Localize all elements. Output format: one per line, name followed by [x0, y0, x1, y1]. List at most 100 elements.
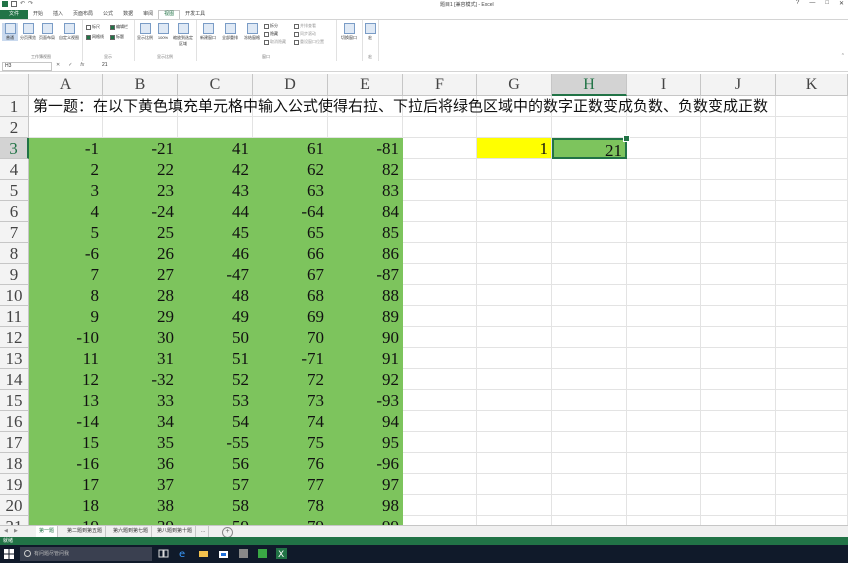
formula-bar-checkbox[interactable]: 编辑栏 — [110, 24, 128, 30]
cell-k4[interactable] — [776, 159, 848, 180]
cell-k10[interactable] — [776, 285, 848, 306]
cell-i7[interactable] — [627, 222, 701, 243]
cell-c4[interactable]: 42 — [178, 159, 253, 180]
cell-e8[interactable]: 86 — [328, 243, 403, 264]
name-box[interactable]: H3 — [2, 62, 52, 71]
close-button[interactable]: ✕ — [839, 0, 844, 7]
cell-c14[interactable]: 52 — [178, 369, 253, 390]
row-header-17[interactable]: 17 — [0, 432, 29, 453]
cell-a5[interactable]: 3 — [29, 180, 103, 201]
cell-k12[interactable] — [776, 327, 848, 348]
cell-f11[interactable] — [403, 306, 477, 327]
cell-f16[interactable] — [403, 411, 477, 432]
column-header-a[interactable]: A — [29, 74, 103, 96]
file-explorer-icon[interactable] — [198, 548, 209, 559]
cell-k19[interactable] — [776, 474, 848, 495]
cell-b9[interactable]: 27 — [103, 264, 178, 285]
cell-b13[interactable]: 31 — [103, 348, 178, 369]
cell-k18[interactable] — [776, 453, 848, 474]
zoom-button[interactable]: 显示比例 — [136, 23, 154, 41]
tab-view[interactable]: 视图 — [158, 9, 181, 20]
reset-window-position-button[interactable]: 重设窗口位置 — [294, 39, 324, 45]
sheet-tab-3[interactable]: 第六题到第七题 — [110, 526, 153, 537]
cell-g4[interactable] — [477, 159, 552, 180]
cell-g9[interactable] — [477, 264, 552, 285]
cell-g17[interactable] — [477, 432, 552, 453]
cell-k9[interactable] — [776, 264, 848, 285]
cell-h9[interactable] — [552, 264, 627, 285]
cell-b3[interactable]: -21 — [103, 138, 178, 159]
minimize-button[interactable]: — — [809, 0, 815, 7]
cell-h19[interactable] — [552, 474, 627, 495]
page-layout-view-button[interactable]: 页面布局 — [38, 23, 56, 41]
cell-e16[interactable]: 94 — [328, 411, 403, 432]
cell-e6[interactable]: 84 — [328, 201, 403, 222]
cell-j12[interactable] — [701, 327, 776, 348]
cell-b20[interactable]: 38 — [103, 495, 178, 516]
cell-f9[interactable] — [403, 264, 477, 285]
cell-a6[interactable]: 4 — [29, 201, 103, 222]
cell-b11[interactable]: 29 — [103, 306, 178, 327]
cell-b16[interactable]: 34 — [103, 411, 178, 432]
column-header-h[interactable]: H — [552, 74, 627, 96]
store-icon[interactable] — [218, 548, 229, 559]
cell-e15[interactable]: -93 — [328, 390, 403, 411]
cell-f2[interactable] — [403, 117, 477, 138]
insert-function-icon[interactable]: fx — [80, 62, 84, 68]
task-view-icon[interactable] — [158, 548, 169, 559]
cell-i18[interactable] — [627, 453, 701, 474]
cell-k5[interactable] — [776, 180, 848, 201]
cell-b5[interactable]: 23 — [103, 180, 178, 201]
cell-e7[interactable]: 85 — [328, 222, 403, 243]
cell-c13[interactable]: 51 — [178, 348, 253, 369]
cell-i9[interactable] — [627, 264, 701, 285]
cell-g16[interactable] — [477, 411, 552, 432]
row-header-19[interactable]: 19 — [0, 474, 29, 495]
cell-f6[interactable] — [403, 201, 477, 222]
cell-f14[interactable] — [403, 369, 477, 390]
cell-j4[interactable] — [701, 159, 776, 180]
cell-i13[interactable] — [627, 348, 701, 369]
redo-icon[interactable]: ↷ — [28, 1, 33, 7]
cell-c11[interactable]: 49 — [178, 306, 253, 327]
cell-f10[interactable] — [403, 285, 477, 306]
cell-b2[interactable] — [103, 117, 178, 138]
row-header-12[interactable]: 12 — [0, 327, 29, 348]
cell-f12[interactable] — [403, 327, 477, 348]
cell-g15[interactable] — [477, 390, 552, 411]
cell-f15[interactable] — [403, 390, 477, 411]
cell-i15[interactable] — [627, 390, 701, 411]
cell-d11[interactable]: 69 — [253, 306, 328, 327]
cell-h3[interactable]: 21 — [552, 138, 627, 160]
cell-b12[interactable]: 30 — [103, 327, 178, 348]
cell-a20[interactable]: 18 — [29, 495, 103, 516]
question-text[interactable]: 第一题：在以下黄色填充单元格中输入公式使得右拉、下拉后将绿色区域中的数字正数变成… — [33, 96, 768, 117]
cell-i20[interactable] — [627, 495, 701, 516]
cell-j3[interactable] — [701, 138, 776, 159]
macros-button[interactable]: 宏 — [364, 23, 376, 41]
cell-e3[interactable]: -81 — [328, 138, 403, 159]
cell-i3[interactable] — [627, 138, 701, 159]
cell-g7[interactable] — [477, 222, 552, 243]
cell-j19[interactable] — [701, 474, 776, 495]
cell-c7[interactable]: 45 — [178, 222, 253, 243]
cell-e11[interactable]: 89 — [328, 306, 403, 327]
column-header-j[interactable]: J — [701, 74, 776, 96]
cell-k6[interactable] — [776, 201, 848, 222]
cell-a11[interactable]: 9 — [29, 306, 103, 327]
cell-k17[interactable] — [776, 432, 848, 453]
row-header-13[interactable]: 13 — [0, 348, 29, 369]
cell-h10[interactable] — [552, 285, 627, 306]
cell-g20[interactable] — [477, 495, 552, 516]
column-header-i[interactable]: I — [627, 74, 701, 96]
cell-h2[interactable] — [552, 117, 627, 138]
hide-button[interactable]: 隐藏 — [264, 31, 278, 37]
sheet-tab-2[interactable]: 第二题到第五题 — [64, 526, 107, 537]
cell-j13[interactable] — [701, 348, 776, 369]
cell-a3[interactable]: -1 — [29, 138, 103, 159]
cell-g3[interactable]: 1 — [477, 138, 552, 159]
cell-f5[interactable] — [403, 180, 477, 201]
cell-i11[interactable] — [627, 306, 701, 327]
app-icon[interactable] — [238, 548, 249, 559]
tab-developer[interactable]: 开发工具 — [180, 10, 210, 19]
